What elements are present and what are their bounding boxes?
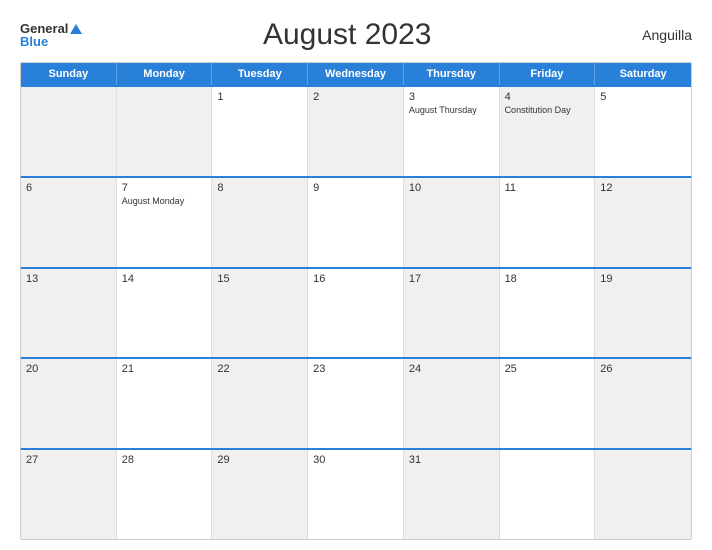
calendar-cell: 10 — [404, 178, 500, 267]
day-number: 14 — [122, 273, 207, 285]
calendar-cell: 20 — [21, 359, 117, 448]
day-number: 10 — [409, 182, 494, 194]
calendar-week-1: 123 August Thursday 4 Constitution Day 5 — [21, 85, 691, 176]
calendar-cell: 3 August Thursday — [404, 87, 500, 176]
calendar-cell — [21, 87, 117, 176]
calendar-cell: 2 — [308, 87, 404, 176]
day-event: Constitution Day — [505, 105, 590, 115]
calendar-week-3: 13 14 15 16 17 18 19 — [21, 267, 691, 358]
header: General Blue August 2023 Anguilla — [20, 18, 692, 52]
calendar-cell — [595, 450, 691, 539]
day-event: August Thursday — [409, 105, 494, 115]
calendar-cell: 28 — [117, 450, 213, 539]
calendar-cell: 7 August Monday — [117, 178, 213, 267]
day-number: 26 — [600, 363, 686, 375]
calendar-cell: 23 — [308, 359, 404, 448]
day-number: 12 — [600, 182, 686, 194]
day-number: 25 — [505, 363, 590, 375]
day-number: 31 — [409, 454, 494, 466]
calendar-header: SundayMondayTuesdayWednesdayThursdayFrid… — [21, 63, 691, 85]
calendar-cell: 12 — [595, 178, 691, 267]
day-number: 28 — [122, 454, 207, 466]
calendar-cell: 8 — [212, 178, 308, 267]
day-number: 2 — [313, 91, 398, 103]
calendar-cell: 21 — [117, 359, 213, 448]
calendar-cell: 18 — [500, 269, 596, 358]
weekday-header-tuesday: Tuesday — [212, 63, 308, 85]
calendar-cell: 16 — [308, 269, 404, 358]
day-number: 27 — [26, 454, 111, 466]
weekday-header-friday: Friday — [500, 63, 596, 85]
page: General Blue August 2023 Anguilla Sunday… — [0, 0, 712, 550]
calendar-week-5: 27 28 29 30 31 — [21, 448, 691, 539]
calendar-cell: 22 — [212, 359, 308, 448]
calendar-cell: 9 — [308, 178, 404, 267]
calendar-cell: 11 — [500, 178, 596, 267]
calendar-week-2: 67 August Monday 89 10 11 12 — [21, 176, 691, 267]
day-number: 4 — [505, 91, 590, 103]
weekday-header-saturday: Saturday — [595, 63, 691, 85]
day-number: 17 — [409, 273, 494, 285]
logo-triangle-icon — [70, 24, 82, 34]
calendar-cell: 27 — [21, 450, 117, 539]
logo: General Blue — [20, 22, 82, 48]
day-number: 22 — [217, 363, 302, 375]
calendar-cell: 5 — [595, 87, 691, 176]
calendar: SundayMondayTuesdayWednesdayThursdayFrid… — [20, 62, 692, 540]
country-label: Anguilla — [612, 27, 692, 43]
calendar-cell: 4 Constitution Day — [500, 87, 596, 176]
day-number: 24 — [409, 363, 494, 375]
day-number: 1 — [217, 91, 302, 103]
day-event: August Monday — [122, 196, 207, 206]
calendar-cell: 25 — [500, 359, 596, 448]
calendar-cell — [117, 87, 213, 176]
day-number: 15 — [217, 273, 302, 285]
day-number: 20 — [26, 363, 111, 375]
calendar-body: 123August Thursday4Constitution Day567Au… — [21, 85, 691, 539]
weekday-header-sunday: Sunday — [21, 63, 117, 85]
calendar-cell: 15 — [212, 269, 308, 358]
day-number: 23 — [313, 363, 398, 375]
day-number: 29 — [217, 454, 302, 466]
day-number: 8 — [217, 182, 302, 194]
weekday-header-monday: Monday — [117, 63, 213, 85]
day-number: 19 — [600, 273, 686, 285]
day-number: 9 — [313, 182, 398, 194]
day-number: 13 — [26, 273, 111, 285]
weekday-header-thursday: Thursday — [404, 63, 500, 85]
calendar-cell: 17 — [404, 269, 500, 358]
calendar-cell: 13 — [21, 269, 117, 358]
calendar-cell: 1 — [212, 87, 308, 176]
calendar-cell: 29 — [212, 450, 308, 539]
calendar-week-4: 20 21 22 23 24 25 26 — [21, 357, 691, 448]
calendar-cell: 24 — [404, 359, 500, 448]
weekday-header-wednesday: Wednesday — [308, 63, 404, 85]
calendar-cell: 26 — [595, 359, 691, 448]
day-number: 7 — [122, 182, 207, 194]
calendar-cell: 31 — [404, 450, 500, 539]
day-number: 5 — [600, 91, 686, 103]
calendar-cell: 19 — [595, 269, 691, 358]
logo-blue-text: Blue — [20, 35, 82, 48]
day-number: 3 — [409, 91, 494, 103]
day-number: 21 — [122, 363, 207, 375]
day-number: 16 — [313, 273, 398, 285]
day-number: 11 — [505, 182, 590, 194]
calendar-cell — [500, 450, 596, 539]
calendar-cell: 30 — [308, 450, 404, 539]
day-number: 30 — [313, 454, 398, 466]
month-title: August 2023 — [82, 18, 612, 52]
calendar-cell: 14 — [117, 269, 213, 358]
day-number: 6 — [26, 182, 111, 194]
day-number: 18 — [505, 273, 590, 285]
calendar-cell: 6 — [21, 178, 117, 267]
